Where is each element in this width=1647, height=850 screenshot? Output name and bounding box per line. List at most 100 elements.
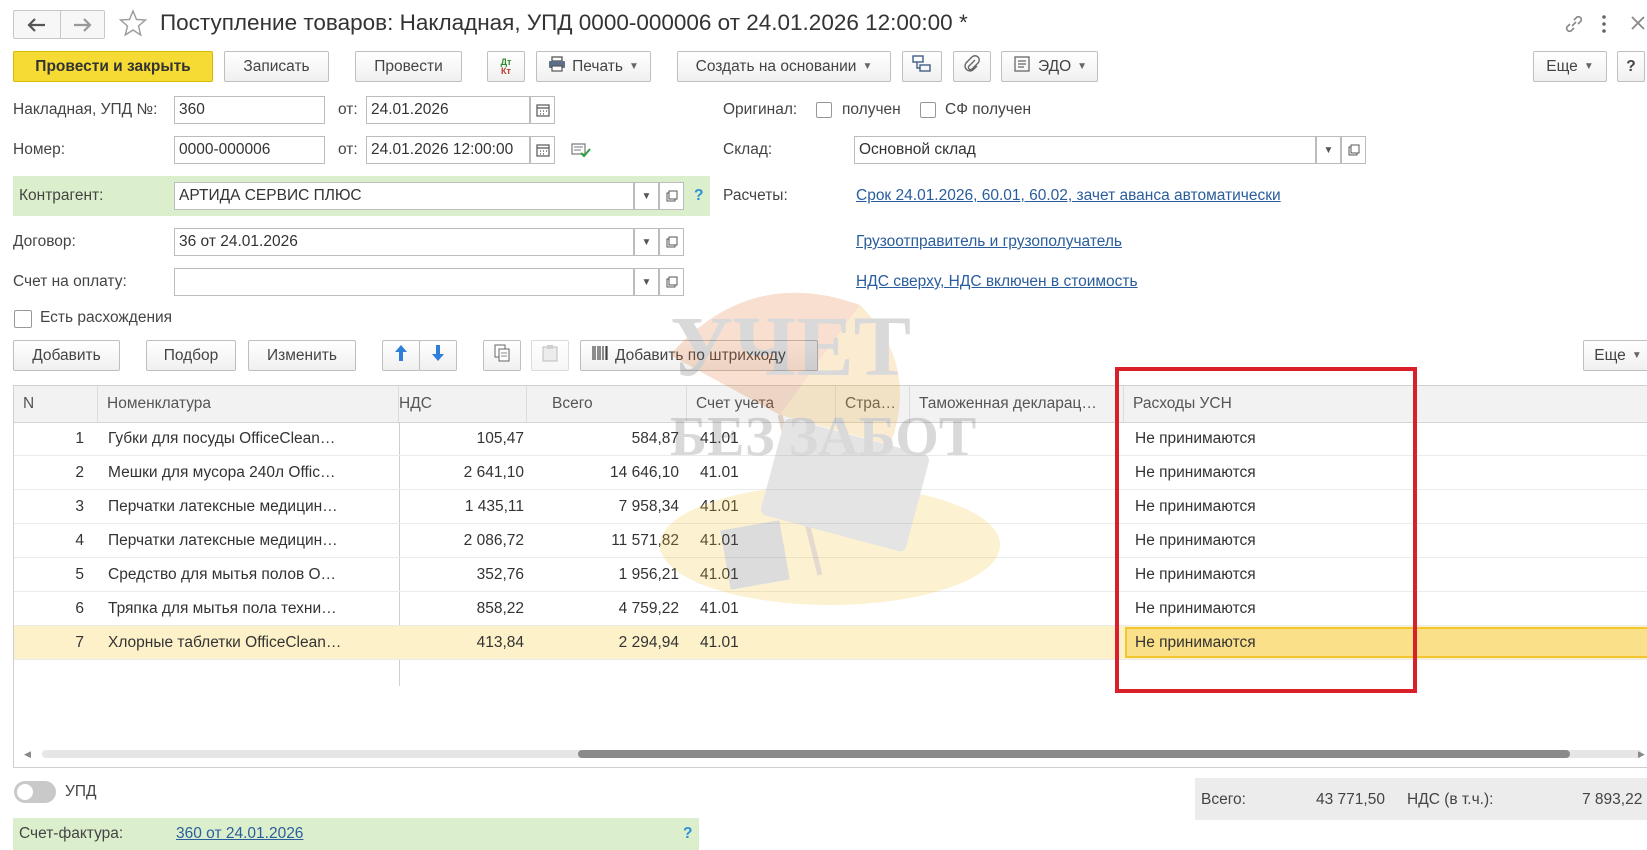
payment-invoice-field[interactable] — [174, 268, 634, 296]
print-button[interactable]: Печать ▼ — [536, 51, 651, 82]
original-received-checkbox[interactable] — [816, 102, 832, 118]
warehouse-field[interactable]: Основной склад — [854, 136, 1316, 164]
discrepancy-checkbox[interactable] — [14, 310, 32, 328]
sf-received-checkbox[interactable] — [920, 102, 936, 118]
invoice-date-from-label: от: — [338, 101, 358, 118]
total-label: Всего: — [1201, 791, 1246, 808]
cell-total: 1 956,21 — [618, 566, 679, 583]
help-button[interactable]: ? — [1617, 51, 1645, 82]
upd-toggle[interactable] — [14, 781, 56, 803]
dt-kt-icon: Дт Кт — [501, 57, 512, 76]
shipper-consignee-link[interactable]: Грузоотправитель и грузополучатель — [856, 233, 1122, 251]
cell-total: 4 759,22 — [618, 600, 679, 617]
pick-button[interactable]: Подбор — [146, 340, 236, 371]
contract-open-icon[interactable] — [659, 228, 684, 256]
post-and-close-button[interactable]: Провести и закрыть — [13, 51, 213, 82]
header-n[interactable]: N — [14, 386, 98, 422]
cell-n: 6 — [75, 600, 84, 617]
add-by-barcode-button[interactable]: Добавить по штрихкоду — [580, 340, 818, 371]
calendar-icon[interactable] — [530, 136, 555, 164]
cell-account: 41.01 — [700, 430, 739, 447]
invoice-help-icon[interactable]: ? — [683, 825, 692, 843]
link-icon[interactable] — [1563, 13, 1585, 39]
cell-item: Губки для посуды OfficeClean… — [108, 430, 336, 447]
counterparty-field[interactable]: АРТИДА СЕРВИС ПЛЮС — [174, 182, 634, 210]
barcode-icon — [591, 345, 609, 366]
attach-button[interactable] — [953, 51, 991, 82]
move-down-button[interactable] — [419, 340, 457, 371]
counterparty-dropdown-icon[interactable]: ▼ — [634, 182, 659, 210]
move-up-button[interactable] — [382, 340, 420, 371]
cell-total: 14 646,10 — [610, 464, 679, 481]
cell-item: Перчатки латексные медицин… — [108, 532, 338, 549]
toggle-knob — [17, 784, 33, 800]
scrollbar-thumb[interactable] — [578, 750, 1570, 758]
counterparty-open-icon[interactable] — [659, 182, 684, 210]
cell-total: 7 958,34 — [618, 498, 679, 515]
create-based-on-button[interactable]: Создать на основании ▼ — [677, 51, 891, 82]
close-icon[interactable] — [1630, 15, 1646, 35]
warehouse-open-icon[interactable] — [1341, 136, 1366, 164]
add-row-button[interactable]: Добавить — [13, 340, 120, 371]
edo-label: ЭДО — [1037, 57, 1072, 75]
forward-arrow-icon[interactable] — [60, 11, 104, 38]
header-account[interactable]: Счет учета — [687, 386, 836, 422]
contract-dropdown-icon[interactable]: ▼ — [634, 228, 659, 256]
payments-label: Расчеты: — [723, 187, 788, 204]
warehouse-dropdown-icon[interactable]: ▼ — [1316, 136, 1341, 164]
copy-row-button[interactable] — [483, 340, 521, 371]
header-item[interactable]: Номенклатура — [98, 386, 399, 422]
payment-invoice-open-icon[interactable] — [659, 268, 684, 296]
cell-vat: 2 086,72 — [463, 532, 524, 549]
cell-vat: 352,76 — [476, 566, 524, 583]
cell-n: 1 — [75, 430, 84, 447]
cell-item: Тряпка для мытья пола техни… — [108, 600, 337, 617]
structure-button[interactable] — [902, 51, 942, 82]
vat-total-label: НДС (в т.ч.): — [1407, 791, 1494, 808]
cell-item: Мешки для мусора 240л Offic… — [108, 464, 336, 481]
more-button[interactable]: Еще ▼ — [1533, 51, 1607, 82]
number-field[interactable]: 0000-000006 — [174, 136, 325, 164]
paste-icon — [542, 344, 558, 367]
header-vat[interactable]: НДС — [399, 386, 527, 422]
scroll-right-icon[interactable]: ▶ — [1638, 749, 1645, 760]
discrepancy-label: Есть расхождения — [40, 309, 173, 326]
chevron-down-icon: ▼ — [1631, 350, 1642, 361]
edit-row-button[interactable]: Изменить — [248, 340, 356, 371]
calendar-icon[interactable] — [530, 96, 555, 124]
header-total[interactable]: Всего — [543, 386, 687, 422]
edo-button[interactable]: ЭДО ▼ — [1001, 51, 1098, 82]
paste-row-button[interactable] — [531, 340, 569, 371]
sf-received-label: СФ получен — [945, 101, 1032, 118]
vat-mode-link[interactable]: НДС сверху, НДС включен в стоимость — [856, 273, 1138, 291]
invoice-date-field[interactable]: 24.01.2026 — [366, 96, 530, 124]
payment-invoice-label: Счет на оплату: — [13, 273, 127, 290]
scroll-left-icon[interactable]: ◀ — [24, 749, 31, 760]
original-received-label: получен — [842, 101, 901, 118]
cell-account: 41.01 — [700, 464, 739, 481]
cell-account: 41.01 — [700, 566, 739, 583]
header-customs[interactable]: Таможенная декларац… — [910, 386, 1124, 422]
contract-field[interactable]: 36 от 24.01.2026 — [174, 228, 634, 256]
kebab-menu-icon[interactable] — [1601, 14, 1607, 34]
payment-invoice-dropdown-icon[interactable]: ▼ — [634, 268, 659, 296]
header-country[interactable]: Стра… — [836, 386, 910, 422]
star-favorite-icon[interactable] — [118, 9, 148, 41]
add-by-barcode-label: Добавить по штрихкоду — [615, 346, 786, 364]
counterparty-help-icon[interactable]: ? — [694, 187, 703, 205]
chevron-down-icon: ▼ — [628, 61, 639, 72]
horizontal-scrollbar[interactable]: ◀ ▶ — [14, 747, 1647, 761]
post-button[interactable]: Провести — [355, 51, 462, 82]
document-status-icon — [571, 142, 591, 162]
print-label: Печать — [572, 57, 623, 75]
invoice-facture-link[interactable]: 360 от 24.01.2026 — [176, 825, 303, 843]
cell-n: 3 — [75, 498, 84, 515]
save-button[interactable]: Записать — [224, 51, 329, 82]
cell-vat: 105,47 — [476, 430, 524, 447]
table-more-button[interactable]: Еще ▼ — [1583, 340, 1647, 371]
back-arrow-icon[interactable] — [14, 11, 61, 38]
number-datetime-field[interactable]: 24.01.2026 12:00:00 — [366, 136, 530, 164]
payments-link[interactable]: Срок 24.01.2026, 60.01, 60.02, зачет ава… — [856, 187, 1281, 205]
invoice-number-field[interactable]: 360 — [174, 96, 325, 124]
dt-kt-button[interactable]: Дт Кт — [487, 51, 525, 82]
